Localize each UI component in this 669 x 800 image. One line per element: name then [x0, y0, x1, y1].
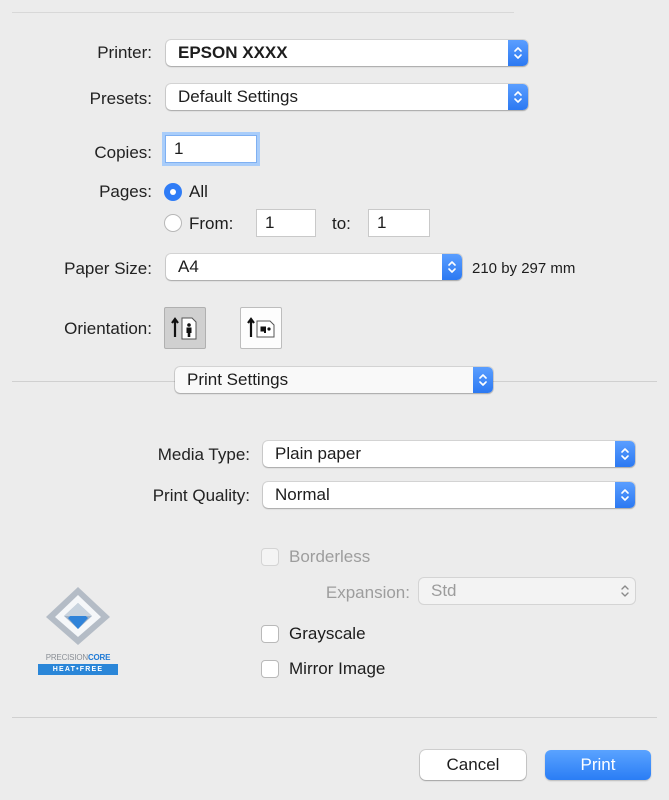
- popup-stepper-icon: [442, 254, 462, 280]
- print-quality-popup[interactable]: Normal: [263, 482, 635, 508]
- mirror-image-label: Mirror Image: [289, 659, 386, 678]
- printer-label: Printer:: [97, 43, 152, 62]
- paper-dimensions: 210 by 297 mm: [472, 260, 576, 277]
- logo-word-core: CORE: [87, 653, 111, 662]
- borderless-label: Borderless: [289, 547, 371, 566]
- copies-field[interactable]: 1: [165, 135, 257, 163]
- logo-word-precision: PRECISION: [45, 653, 88, 662]
- orientation-landscape-button[interactable]: [240, 307, 282, 349]
- popup-stepper-icon: [615, 578, 635, 604]
- paper-size-value: A4: [178, 257, 199, 276]
- footer-divider: [12, 717, 657, 718]
- expansion-value: Std: [431, 581, 457, 600]
- pages-from-label: From:: [189, 214, 234, 233]
- paper-size-label: Paper Size:: [64, 259, 152, 278]
- logo-heatfree-bar: HEAT•FREE: [38, 664, 118, 675]
- borderless-checkbox[interactable]: [261, 548, 279, 566]
- orientation-label: Orientation:: [64, 319, 152, 338]
- pages-to-field[interactable]: 1: [368, 209, 430, 237]
- pages-all-label: All: [189, 182, 208, 201]
- printer-popup[interactable]: EPSON XXXX: [166, 40, 528, 66]
- pages-from-radio[interactable]: [164, 214, 182, 232]
- media-type-label: Media Type:: [157, 445, 250, 464]
- mirror-image-checkbox[interactable]: [261, 660, 279, 678]
- presets-label: Presets:: [89, 89, 152, 108]
- landscape-orientation-icon: [247, 317, 275, 338]
- paper-size-popup[interactable]: A4: [166, 254, 462, 280]
- popup-stepper-icon: [615, 482, 635, 508]
- cancel-button[interactable]: Cancel: [420, 750, 526, 780]
- printer-value: EPSON XXXX: [178, 43, 288, 62]
- logo-wordmark: PRECISIONCORE: [38, 653, 118, 662]
- presets-value: Default Settings: [178, 87, 299, 106]
- top-divider: [12, 12, 514, 13]
- presets-popup[interactable]: Default Settings: [166, 84, 528, 110]
- popup-stepper-icon: [508, 40, 528, 66]
- popup-stepper-icon: [615, 441, 635, 467]
- portrait-orientation-icon: [171, 317, 197, 340]
- pages-to-label: to:: [332, 214, 351, 233]
- print-quality-value: Normal: [275, 485, 330, 504]
- pages-from-field[interactable]: 1: [256, 209, 316, 237]
- grayscale-label: Grayscale: [289, 624, 366, 643]
- pages-label: Pages:: [99, 182, 152, 201]
- print-quality-label: Print Quality:: [152, 486, 250, 505]
- precisioncore-logo: PRECISIONCORE HEAT•FREE: [38, 585, 118, 680]
- grayscale-checkbox[interactable]: [261, 625, 279, 643]
- section-popup[interactable]: Print Settings: [175, 367, 493, 393]
- expansion-label: Expansion:: [325, 583, 410, 602]
- precisioncore-diamond-icon: [46, 587, 110, 645]
- pages-all-radio[interactable]: [164, 183, 182, 201]
- print-button[interactable]: Print: [545, 750, 651, 780]
- media-type-popup[interactable]: Plain paper: [263, 441, 635, 467]
- popup-stepper-icon: [508, 84, 528, 110]
- copies-label: Copies:: [94, 143, 152, 162]
- expansion-popup[interactable]: Std: [419, 578, 635, 604]
- popup-stepper-icon: [473, 367, 493, 393]
- section-value: Print Settings: [187, 370, 289, 389]
- orientation-portrait-button[interactable]: [164, 307, 206, 349]
- media-type-value: Plain paper: [275, 444, 362, 463]
